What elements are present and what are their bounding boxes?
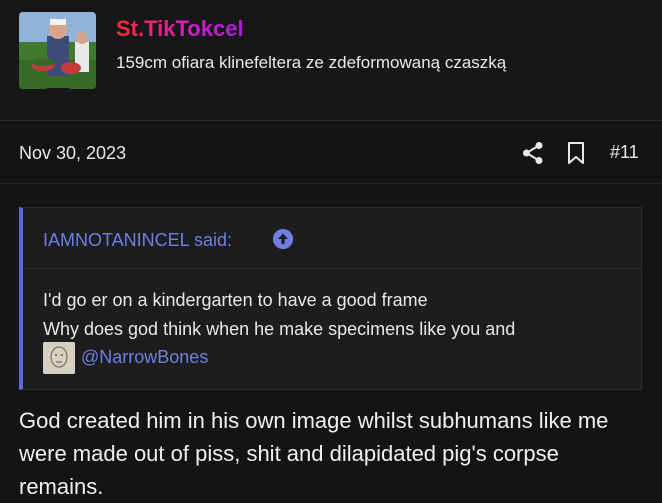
arrow-up-circle-icon[interactable] — [273, 229, 293, 249]
mention-avatar-image — [43, 342, 75, 374]
post-number[interactable]: #11 — [610, 142, 639, 163]
quote-author[interactable]: IAMNOTANINCEL said: — [43, 230, 232, 251]
mention-link[interactable]: @NarrowBones — [81, 347, 208, 368]
mention-avatar[interactable] — [43, 342, 75, 374]
quote-line: Why does god think when he make specimen… — [43, 319, 516, 339]
quote-line: I'd go er on a kindergarten to have a go… — [43, 290, 428, 310]
post-meta-bar: Nov 30, 2023 — [0, 121, 662, 184]
user-title: 159cm ofiara klinefeltera ze zdeformowan… — [116, 53, 507, 72]
quote-header: IAMNOTANINCEL said: — [23, 208, 641, 269]
share-icon[interactable] — [522, 141, 544, 165]
post-body: God created him in his own image whilst … — [19, 408, 609, 499]
user-header: St.TikTokcel 159cm ofiara klinefeltera z… — [0, 0, 662, 121]
avatar-photo — [19, 12, 96, 89]
bookmark-icon[interactable] — [567, 142, 585, 164]
post-date[interactable]: Nov 30, 2023 — [19, 143, 126, 164]
username[interactable]: St.TikTokcel — [116, 16, 244, 42]
quote-block: IAMNOTANINCEL said: I'd go er on a kinde… — [19, 207, 642, 390]
user-avatar[interactable] — [19, 12, 96, 89]
avatar-pointer — [46, 88, 70, 100]
